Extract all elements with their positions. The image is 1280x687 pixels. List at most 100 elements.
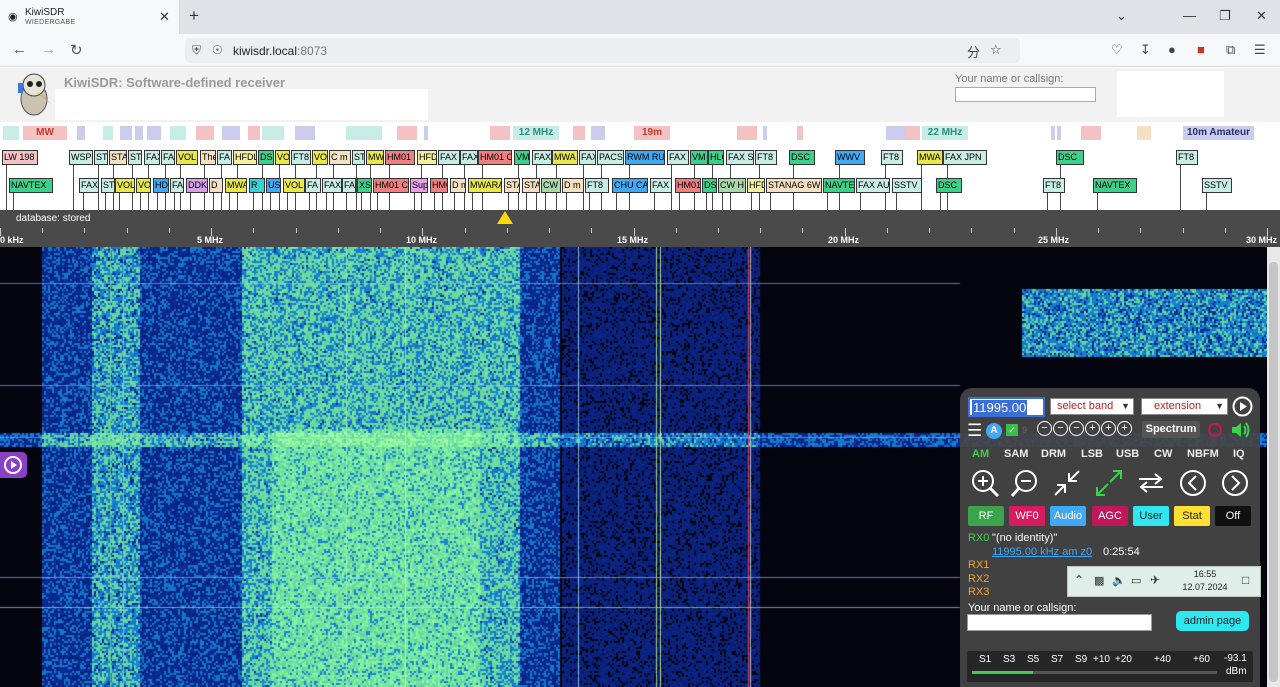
callsign-input[interactable]	[955, 87, 1096, 102]
station-label[interactable]: Sup	[410, 178, 428, 193]
zoom-narrow-icon[interactable]	[1051, 467, 1083, 499]
station-label[interactable]: HFDL	[233, 150, 257, 165]
station-label[interactable]: FA	[305, 178, 321, 193]
station-label[interactable]: VO	[312, 150, 328, 165]
tray-airplane-icon[interactable]: ✈	[1150, 573, 1160, 587]
band-block[interactable]	[147, 126, 161, 140]
page-right-icon[interactable]	[1219, 467, 1251, 499]
mode-am[interactable]: AM	[972, 448, 989, 460]
band-block[interactable]	[424, 126, 428, 140]
station-label[interactable]: STA	[504, 178, 520, 193]
shield-icon[interactable]: ⛨	[192, 43, 201, 58]
station-label[interactable]: FAX	[144, 150, 160, 165]
band-block[interactable]	[120, 126, 132, 140]
station-label[interactable]: R	[249, 178, 265, 193]
station-label[interactable]: HFD	[417, 150, 437, 165]
station-label[interactable]: WWV	[835, 150, 865, 165]
station-label[interactable]: D	[209, 178, 223, 193]
station-label[interactable]: ST	[128, 150, 142, 165]
band-block[interactable]	[295, 126, 315, 140]
station-label[interactable]: VO	[136, 178, 151, 193]
edit-icon[interactable]: ✓	[1006, 424, 1018, 436]
audio-button[interactable]: Audio	[1050, 506, 1086, 526]
station-label[interactable]: HM0	[430, 178, 448, 193]
zoom-step-icon[interactable]: −	[1053, 421, 1068, 436]
station-label[interactable]: The	[200, 150, 216, 165]
station-label[interactable]: FA	[217, 150, 232, 165]
station-label[interactable]: HM01 C	[478, 150, 512, 165]
station-label[interactable]: FAX JPN	[943, 150, 987, 165]
station-label[interactable]: FAX	[322, 178, 342, 193]
station-label[interactable]: HLC	[708, 150, 724, 165]
stat-button[interactable]: Stat	[1174, 506, 1210, 526]
user-button[interactable]: User	[1133, 506, 1169, 526]
zoom-step-icon[interactable]: +	[1101, 421, 1116, 436]
station-label[interactable]: DS	[258, 150, 274, 165]
station-label[interactable]: FAX AU	[856, 178, 890, 193]
station-label[interactable]: NAVTEX	[9, 178, 53, 193]
station-label[interactable]: FAX	[532, 150, 552, 165]
tray-battery-icon[interactable]: ▭	[1131, 574, 1141, 587]
station-label[interactable]: FT8	[755, 150, 777, 165]
station-label[interactable]: HD	[153, 178, 169, 193]
station-label[interactable]: FAX	[79, 178, 99, 193]
station-label[interactable]: FAX	[667, 150, 689, 165]
menu-icon[interactable]: ☰	[1254, 42, 1266, 58]
hamburger-menu-icon[interactable]: ☰	[967, 421, 982, 441]
mode-sam[interactable]: SAM	[1004, 448, 1028, 460]
band-block[interactable]	[397, 126, 417, 140]
station-label[interactable]: NAVTE	[823, 178, 855, 193]
station-label[interactable]: VM	[690, 150, 708, 165]
station-label[interactable]: VM	[514, 150, 530, 165]
extension-badge-icon[interactable]: ■	[1197, 42, 1205, 57]
station-label[interactable]: STA	[522, 178, 540, 193]
spectrum-button[interactable]: Spectrum	[1142, 421, 1200, 438]
band-block[interactable]	[346, 126, 382, 140]
band-block[interactable]	[170, 126, 186, 140]
station-label[interactable]: MWA	[552, 150, 578, 165]
station-label[interactable]: FAX	[650, 178, 672, 193]
zoom-band-icon[interactable]	[1135, 467, 1167, 499]
tray-chevron-up-icon[interactable]: ⌃	[1074, 573, 1084, 587]
extension-dropdown[interactable]: extension ▼	[1141, 398, 1228, 415]
lock-icon[interactable]: ☉	[212, 43, 223, 57]
zoom-step-icon[interactable]: −	[1037, 421, 1052, 436]
station-label[interactable]: DSC	[789, 150, 815, 165]
band-block[interactable]	[573, 126, 585, 140]
tray-time[interactable]: 16:55	[1177, 569, 1233, 579]
station-label[interactable]: SSTV	[892, 178, 922, 193]
off-button[interactable]: Off	[1215, 506, 1251, 526]
rf-button[interactable]: RF	[968, 506, 1004, 526]
account-icon[interactable]: ●	[1168, 42, 1176, 57]
station-label[interactable]: RWM RU	[625, 150, 665, 165]
panel-callsign-input[interactable]	[967, 614, 1152, 631]
reload-icon[interactable]: ↻	[70, 41, 83, 59]
new-tab-icon[interactable]: +	[189, 6, 199, 26]
station-label[interactable]: HM01	[385, 150, 415, 165]
agc-button[interactable]: AGC	[1092, 506, 1128, 526]
mode-usb[interactable]: USB	[1116, 448, 1139, 460]
station-label[interactable]: HFD	[747, 178, 765, 193]
mode-iq[interactable]: IQ	[1233, 448, 1245, 460]
band-block[interactable]	[103, 126, 113, 140]
station-label[interactable]: FAX S	[726, 150, 754, 165]
band-22-mhz[interactable]: 22 MHz	[922, 126, 968, 140]
maximize-icon[interactable]: ❐	[1219, 8, 1231, 24]
station-label[interactable]: LW 198	[2, 150, 38, 165]
station-label[interactable]: CHU CA	[612, 178, 648, 193]
station-label[interactable]: C m	[329, 150, 351, 165]
station-label[interactable]: MWA	[225, 178, 247, 193]
station-label[interactable]: PACS	[597, 150, 624, 165]
scrollbar-thumb[interactable]	[1269, 262, 1278, 682]
tray-volume-icon[interactable]: 🔈	[1112, 574, 1126, 587]
band-block[interactable]	[763, 126, 767, 140]
rx0-frequency-link[interactable]: 11995.00 kHz am z0	[992, 546, 1092, 558]
station-label[interactable]: DS	[702, 178, 717, 193]
zoom-max-icon[interactable]	[1093, 467, 1125, 499]
tray-notification-icon[interactable]: □	[1242, 573, 1249, 587]
station-label[interactable]: DDK	[186, 178, 208, 193]
station-label[interactable]: FA	[342, 178, 356, 193]
station-label[interactable]: HM01 C	[373, 178, 409, 193]
station-label[interactable]: CW H	[718, 178, 746, 193]
band-block[interactable]	[1051, 126, 1055, 140]
